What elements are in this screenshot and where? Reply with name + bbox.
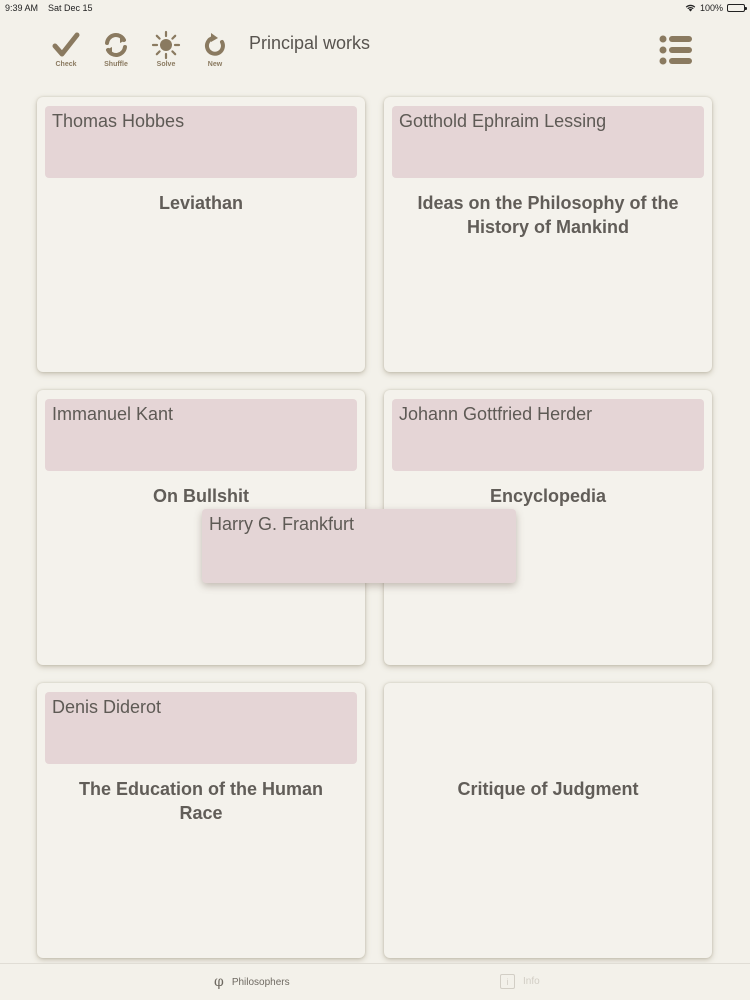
work-title: On Bullshit <box>153 486 249 506</box>
work-card[interactable]: Critique of Judgment <box>384 683 712 958</box>
check-button[interactable]: Check <box>46 30 86 72</box>
work-title: The Education of the Human Race <box>78 779 323 823</box>
philosopher-name: Denis Diderot <box>52 697 162 717</box>
new-button[interactable]: New <box>195 30 235 72</box>
tab-info[interactable]: i Info <box>500 974 540 989</box>
work-title: Leviathan <box>158 193 244 213</box>
battery-percent: 100% <box>699 3 723 13</box>
status-date: Sat Dec 15 <box>48 3 93 13</box>
philosopher-tile[interactable]: Immanuel Kant <box>45 399 357 471</box>
checkmark-icon <box>52 32 80 57</box>
sun-icon <box>151 30 181 60</box>
work-title: Critique of Judgment <box>457 779 639 799</box>
status-bar: 9:39 AM Sat Dec 15 100% <box>0 0 750 16</box>
philosopher-tile[interactable]: Thomas Hobbes <box>45 106 357 178</box>
philosopher-name: Harry G. Frankfurt <box>209 514 355 534</box>
philosopher-tile[interactable]: Johann Gottfried Herder <box>392 399 704 471</box>
philosopher-tile[interactable]: Gotthold Ephraim Lessing <box>392 106 704 178</box>
tab-philosophers-label: Philosophers <box>231 976 290 988</box>
page-title: Principal works <box>249 33 371 53</box>
status-time: 9:39 AM <box>5 3 39 13</box>
list-menu-icon[interactable] <box>656 32 694 68</box>
philosopher-name: Thomas Hobbes <box>52 111 185 131</box>
philosopher-name: Gotthold Ephraim Lessing <box>399 111 607 131</box>
work-title: Ideas on the Philosophy of the History o… <box>417 193 679 237</box>
solve-label: Solve <box>156 61 176 68</box>
tab-info-label: Info <box>523 976 540 987</box>
check-label: Check <box>55 61 77 68</box>
phi-icon: φ <box>214 974 224 990</box>
work-card[interactable]: Gotthold Ephraim Lessing Ideas on the Ph… <box>384 97 712 372</box>
work-card[interactable]: Denis Diderot The Education of the Human… <box>37 683 365 958</box>
battery-icon <box>727 4 747 12</box>
wifi-icon <box>685 4 696 12</box>
dragged-philosopher-tile[interactable]: Harry G. Frankfurt <box>202 509 516 583</box>
philosopher-name: Johann Gottfried Herder <box>399 404 593 424</box>
shuffle-button[interactable]: Shuffle <box>96 30 136 72</box>
philosopher-tile[interactable]: Denis Diderot <box>45 692 357 764</box>
philosopher-name: Immanuel Kant <box>52 404 174 424</box>
shuffle-icon <box>105 33 127 57</box>
tab-bar: φ Philosophers i Info <box>0 963 750 1000</box>
shuffle-label: Shuffle <box>104 61 128 68</box>
solve-button[interactable]: Solve <box>146 30 186 72</box>
work-card[interactable]: Thomas Hobbes Leviathan <box>37 97 365 372</box>
new-label: New <box>207 61 223 68</box>
status-indicators: 100% <box>685 3 747 13</box>
tab-philosophers[interactable]: φ Philosophers <box>214 974 290 990</box>
refresh-icon <box>205 33 225 56</box>
work-title: Encyclopedia <box>489 486 607 506</box>
info-icon: i <box>500 974 515 989</box>
